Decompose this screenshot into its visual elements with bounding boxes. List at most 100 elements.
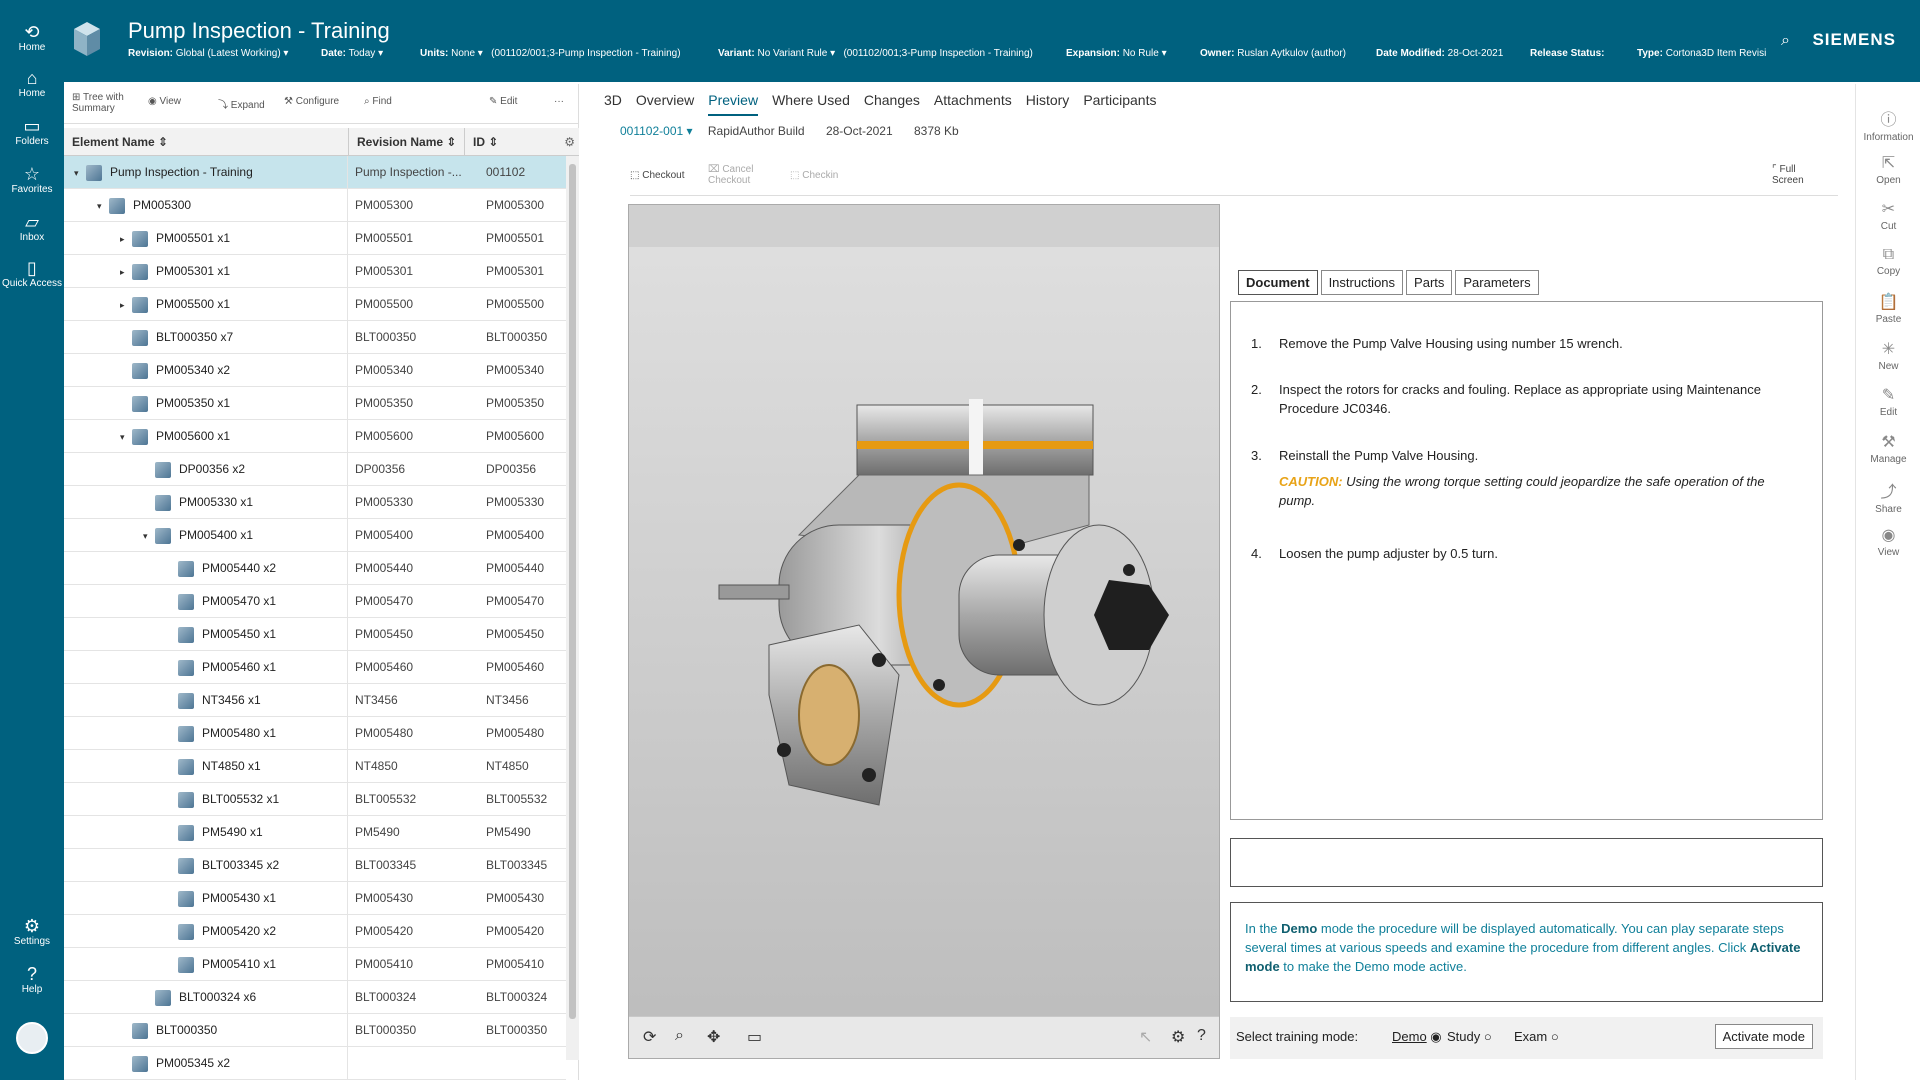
expand-caret-icon[interactable]: ▾ — [143, 520, 155, 552]
revision-meta[interactable]: Revision: Global (Latest Working) ▾ — [128, 48, 288, 59]
expand-caret-icon[interactable]: ▸ — [120, 256, 132, 288]
more-button[interactable]: ··· — [554, 96, 564, 107]
tab-attachments[interactable]: Attachments — [934, 92, 1012, 114]
table-row[interactable]: PM005430 x1 PM005430 PM005430 — [64, 882, 566, 915]
rotate-icon[interactable]: ⟳ — [643, 1027, 656, 1047]
tree-scrollbar[interactable] — [566, 156, 579, 1060]
3d-viewer[interactable]: ⟳ ⌕ ✥ ▭ ↖ ⚙ ? — [628, 204, 1220, 1059]
nav-folders[interactable]: ▭ Folders — [0, 116, 64, 147]
nav-settings[interactable]: ⚙ Settings — [0, 916, 64, 947]
table-row[interactable]: PM005420 x2 PM005420 PM005420 — [64, 915, 566, 948]
table-row[interactable]: BLT005532 x1 BLT005532 BLT005532 — [64, 783, 566, 816]
table-row[interactable]: PM005410 x1 PM005410 PM005410 — [64, 948, 566, 981]
doc-tab-document[interactable]: Document — [1238, 270, 1318, 295]
table-row[interactable]: BLT000350 BLT000350 BLT000350 — [64, 1014, 566, 1047]
table-row[interactable]: BLT000350 x7 BLT000350 BLT000350 — [64, 321, 566, 354]
version-select[interactable]: 001102-001 — [620, 124, 683, 138]
settings-icon[interactable]: ⚙ — [564, 128, 575, 156]
fit-view-icon[interactable]: ▭ — [747, 1027, 762, 1047]
mode-exam-radio[interactable]: Exam ○ — [1514, 1029, 1559, 1044]
rail-edit-button[interactable]: ✎ Edit — [1856, 385, 1920, 418]
rail-information-button[interactable]: ⓘ Information — [1856, 106, 1920, 143]
table-row[interactable]: ▸ PM005501 x1 PM005501 PM005501 — [64, 222, 566, 255]
table-row[interactable]: PM005470 x1 PM005470 PM005470 — [64, 585, 566, 618]
expand-caret-icon[interactable]: ▾ — [120, 421, 132, 453]
table-row[interactable]: PM005340 x2 PM005340 PM005340 — [64, 354, 566, 387]
nav-favorites[interactable]: ☆ Favorites — [0, 164, 64, 195]
units-meta[interactable]: Units: None ▾ (001102/001;3-Pump Inspect… — [420, 48, 681, 59]
expand-caret-icon[interactable]: ▸ — [120, 223, 132, 255]
table-row[interactable]: PM005345 x2 — [64, 1047, 566, 1080]
table-row[interactable]: ▾ PM005600 x1 PM005600 PM005600 — [64, 420, 566, 453]
tab-3d[interactable]: 3D — [604, 92, 622, 114]
configure-button[interactable]: ⚒ Configure — [284, 96, 339, 107]
pump-3d-model[interactable] — [679, 385, 1179, 825]
table-row[interactable]: ▸ PM005301 x1 PM005301 PM005301 — [64, 255, 566, 288]
scrollbar-thumb[interactable] — [569, 164, 576, 1019]
checkin-button[interactable]: ⬚ Checkin — [790, 170, 838, 181]
rail-copy-button[interactable]: ⧉ Copy — [1856, 246, 1920, 277]
expansion-meta[interactable]: Expansion: No Rule ▾ — [1066, 48, 1167, 59]
table-row[interactable]: PM005480 x1 PM005480 PM005480 — [64, 717, 566, 750]
mode-study-radio[interactable]: Study ○ — [1447, 1029, 1492, 1044]
table-row[interactable]: NT4850 x1 NT4850 NT4850 — [64, 750, 566, 783]
mode-demo-radio[interactable]: Demo ◉ — [1392, 1029, 1442, 1045]
pan-icon[interactable]: ✥ — [707, 1027, 720, 1047]
table-row[interactable]: ▾ Pump Inspection - Training Pump Inspecti… — [64, 156, 566, 189]
nav-home[interactable]: ⌂ Home — [0, 68, 64, 99]
table-row[interactable]: PM005450 x1 PM005450 PM005450 — [64, 618, 566, 651]
variant-meta[interactable]: Variant: No Variant Rule ▾ (001102/001;3… — [718, 48, 1033, 59]
checkout-button[interactable]: ⬚ Checkout — [630, 170, 684, 181]
expand-caret-icon[interactable]: ▾ — [97, 190, 109, 222]
table-row[interactable]: DP00356 x2 DP00356 DP00356 — [64, 453, 566, 486]
table-row[interactable]: PM5490 x1 PM5490 PM5490 — [64, 816, 566, 849]
view-button[interactable]: ◉ View — [148, 96, 181, 107]
rail-paste-button[interactable]: 📋 Paste — [1856, 292, 1920, 325]
table-row[interactable]: PM005330 x1 PM005330 PM005330 — [64, 486, 566, 519]
tab-where-used[interactable]: Where Used — [772, 92, 850, 114]
rail-open-button[interactable]: ⇱ Open — [1856, 153, 1920, 186]
find-button[interactable]: ⌕ Find — [364, 96, 392, 107]
table-row[interactable]: NT3456 x1 NT3456 NT3456 — [64, 684, 566, 717]
expand-caret-icon[interactable]: ▸ — [120, 289, 132, 321]
table-row[interactable]: ▸ PM005500 x1 PM005500 PM005500 — [64, 288, 566, 321]
doc-tab-parameters[interactable]: Parameters — [1455, 270, 1539, 295]
tree-with-summary-button[interactable]: ⊞ Tree with Summary — [72, 92, 152, 114]
table-row[interactable]: ▾ PM005400 x1 PM005400 PM005400 — [64, 519, 566, 552]
table-row[interactable]: PM005460 x1 PM005460 PM005460 — [64, 651, 566, 684]
table-row[interactable]: PM005350 x1 PM005350 PM005350 — [64, 387, 566, 420]
tab-changes[interactable]: Changes — [864, 92, 920, 114]
viewer-settings-icon[interactable]: ⚙ — [1171, 1027, 1185, 1047]
rail-manage-button[interactable]: ⚒ Manage — [1856, 432, 1920, 465]
tab-participants[interactable]: Participants — [1083, 92, 1156, 114]
tab-preview[interactable]: Preview — [708, 92, 759, 116]
rail-cut-button[interactable]: ✂ Cut — [1856, 199, 1920, 232]
viewer-help-icon[interactable]: ? — [1197, 1027, 1206, 1045]
edit-button[interactable]: ✎ Edit — [489, 96, 517, 107]
column-element-name[interactable]: Element Name ⇕ — [64, 128, 348, 156]
doc-tab-parts[interactable]: Parts — [1406, 270, 1453, 295]
rail-share-button[interactable]: ⤴ Share — [1856, 478, 1920, 515]
rail-new-button[interactable]: ✳ New — [1856, 339, 1920, 372]
rail-view-button[interactable]: ◉ View — [1856, 525, 1920, 558]
search-icon[interactable]: ⌕ — [1781, 32, 1790, 50]
expand-caret-icon[interactable]: ▾ — [74, 157, 86, 189]
nav-home-back[interactable]: ⟲ Home — [0, 22, 64, 53]
nav-help[interactable]: ? Help — [0, 964, 64, 995]
expand-button[interactable]: ⤵ Expand — [218, 96, 265, 111]
activate-mode-button[interactable]: Activate mode — [1714, 1024, 1813, 1049]
zoom-icon[interactable]: ⌕ — [675, 1027, 684, 1045]
cancel-checkout-button[interactable]: ⌧ Cancel Checkout — [708, 164, 778, 186]
tab-history[interactable]: History — [1026, 92, 1070, 114]
pointer-icon[interactable]: ↖ — [1139, 1027, 1152, 1047]
table-row[interactable]: BLT003345 x2 BLT003345 BLT003345 — [64, 849, 566, 882]
tab-overview[interactable]: Overview — [636, 92, 694, 114]
table-row[interactable]: BLT000324 x6 BLT000324 BLT000324 — [64, 981, 566, 1014]
table-row[interactable]: ▾ PM005300 PM005300 PM005300 — [64, 189, 566, 222]
table-row[interactable]: PM005440 x2 PM005440 PM005440 — [64, 552, 566, 585]
nav-inbox[interactable]: ▱ Inbox — [0, 212, 64, 243]
avatar[interactable] — [16, 1022, 48, 1054]
date-meta[interactable]: Date: Today ▾ — [321, 48, 383, 59]
column-revision-name[interactable]: Revision Name ⇕ — [348, 128, 464, 156]
column-id[interactable]: ID ⇕ ⚙ — [464, 128, 579, 156]
